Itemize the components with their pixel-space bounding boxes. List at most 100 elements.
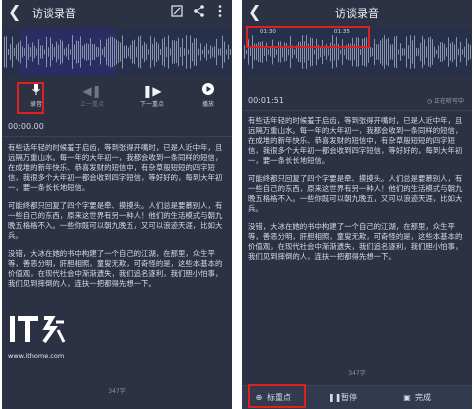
wave-bar (90, 38, 91, 66)
wave-bar (38, 39, 39, 65)
wave-bar (458, 48, 459, 56)
wave-bar (46, 36, 47, 68)
right-phone-screen: ❮ 访谈录音 01:30 01:35 00:01:51 ◷ 正在听写中 有些话年… (242, 0, 472, 409)
wave-bar (320, 46, 321, 58)
wave-bar (142, 45, 143, 59)
wave-bar (444, 43, 445, 61)
pause-label: 暂停 (341, 393, 357, 402)
wave-bar (196, 38, 197, 66)
wave-bar (156, 41, 157, 63)
wave-bar (430, 36, 431, 68)
paragraph: 可能终都只回复了四个字要是牵、摸摸头。人们总是要慕别人，有一些自己的东西，原来这… (248, 174, 463, 213)
wave-bar (212, 47, 213, 57)
mark-highlight-box (248, 384, 306, 408)
wave-bar (204, 46, 205, 58)
wave-bar (402, 48, 403, 56)
wave-bar (148, 49, 149, 55)
wave-bar (42, 45, 43, 59)
wave-bar (370, 47, 371, 57)
top-bar: ❮ 访谈录音 (2, 0, 232, 26)
wave-bar (36, 48, 37, 56)
wave-bar (438, 45, 439, 59)
wave-bar (422, 35, 423, 69)
wave-bar (144, 41, 145, 63)
page-title: 访谈录音 (335, 7, 379, 20)
wave-bar (32, 42, 33, 62)
play-button[interactable]: 播放 (188, 82, 228, 116)
wave-bar (120, 42, 121, 62)
wave-bar (462, 49, 463, 55)
divider (242, 110, 472, 111)
divider (2, 136, 232, 137)
wave-bar (106, 39, 107, 65)
share-icon[interactable] (192, 4, 206, 18)
wave-bar (60, 39, 61, 65)
paragraph: 有些话年轻的时候羞于启齿，等到张得开嘴时，已是人近中年，且远隔万重山水。每一年的… (248, 116, 463, 165)
wave-bar (184, 48, 185, 56)
wave-bar (448, 37, 449, 67)
wave-bar (222, 35, 223, 69)
previous-mark-button[interactable]: ◀❚ 上一重点 (72, 82, 112, 116)
wave-bar (192, 42, 193, 62)
wave-bar (454, 44, 455, 60)
wave-bar (168, 35, 169, 69)
wave-bar (382, 38, 383, 66)
wave-bar (80, 36, 81, 68)
previous-mark-icon: ◀❚ (82, 84, 102, 98)
wave-bar (468, 43, 469, 61)
status-text: ◷ 正在听写中 (427, 96, 464, 105)
wave-bar (66, 47, 67, 57)
timer: 00:00.00 (8, 122, 44, 131)
page-title: 访谈录音 (32, 7, 76, 20)
pause-button[interactable]: ❚❚暂停 (328, 386, 357, 409)
wave-bar (270, 47, 271, 57)
wave-bar (206, 43, 207, 61)
wave-bar (126, 45, 127, 59)
wave-bar (224, 41, 225, 63)
done-icon: ▣ (403, 393, 411, 402)
wave-bar (136, 46, 137, 58)
left-phone-screen: ❮ 访谈录音 录音 ◀❚ 上一重点 ❚▶ 下一重点 播放 00:00.00 有些… (2, 0, 232, 409)
transcript-text[interactable]: 有些话年轻的时候羞于启齿，等到张得开嘴时，已是人近中年，且远隔万重山水。每一年的… (8, 143, 226, 297)
wave-bar (164, 37, 165, 67)
menu-icon[interactable] (213, 4, 227, 18)
wave-bar (344, 48, 345, 56)
wave-bar (194, 38, 195, 66)
wave-bar (416, 47, 417, 57)
wave-bar (52, 43, 53, 61)
wave-bar (166, 46, 167, 58)
done-label: 完成 (415, 393, 431, 402)
back-arrow-icon[interactable]: ❮ (8, 2, 26, 22)
wave-bar (250, 47, 251, 57)
wave-bar (324, 48, 325, 56)
wave-bar (190, 35, 191, 69)
wave-bar (428, 37, 429, 67)
waveform[interactable] (2, 28, 232, 76)
wave-bar (340, 49, 341, 55)
next-mark-button[interactable]: ❚▶ 下一重点 (132, 82, 172, 116)
wave-bar (226, 49, 227, 55)
pause-icon: ❚❚ (328, 393, 342, 402)
play-label: 播放 (201, 101, 214, 108)
wave-bar (138, 36, 139, 68)
clock-icon: ◷ (426, 98, 433, 105)
edit-icon[interactable] (170, 4, 184, 18)
wave-bar (378, 44, 379, 60)
wave-bar (4, 36, 5, 68)
done-button[interactable]: ▣ 完成 (402, 386, 431, 409)
wave-bar (174, 40, 175, 64)
wave-bar (64, 48, 65, 56)
wave-bar (182, 38, 183, 66)
wave-bar (44, 49, 45, 55)
wave-bar (154, 37, 155, 67)
wave-bar (276, 49, 277, 55)
wave-bar (78, 41, 79, 63)
wave-bar (390, 44, 391, 60)
wave-bar (76, 40, 77, 64)
wave-bar (208, 49, 209, 55)
wave-bar (178, 37, 179, 67)
transcript-text[interactable]: 有些话年轻的时候羞于启齿，等到张得开嘴时，已是人近中年，且远隔万重山水。每一年的… (248, 116, 466, 270)
wave-bar (214, 46, 215, 58)
wave-bar (180, 47, 181, 57)
wave-bar (146, 44, 147, 60)
